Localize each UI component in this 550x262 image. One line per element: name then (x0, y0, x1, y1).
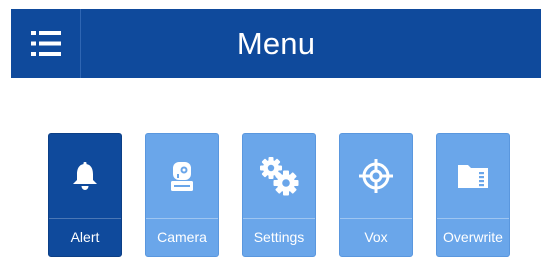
tile-label: Camera (157, 229, 207, 245)
crosshair-icon (359, 159, 393, 193)
tile-vox[interactable]: Vox (339, 133, 413, 257)
tile-label: Overwrite (443, 229, 503, 245)
tile-label: Alert (70, 229, 100, 245)
bell-icon (73, 162, 97, 190)
menu-tiles: Alert Camera Settings Vox Overwrite (48, 133, 518, 261)
tile-camera[interactable]: Camera (145, 133, 219, 257)
gears-icon (260, 157, 299, 196)
camera-icon (171, 162, 193, 191)
tile-label: Vox (364, 229, 388, 245)
app-header: Menu (11, 9, 541, 78)
tile-settings[interactable]: Settings (242, 133, 316, 257)
tile-label: Settings (253, 229, 305, 245)
tile-overwrite[interactable]: Overwrite (436, 133, 510, 257)
page-title: Menu (236, 26, 316, 61)
sd-card-icon (458, 165, 488, 188)
tile-alert[interactable]: Alert (48, 133, 122, 257)
